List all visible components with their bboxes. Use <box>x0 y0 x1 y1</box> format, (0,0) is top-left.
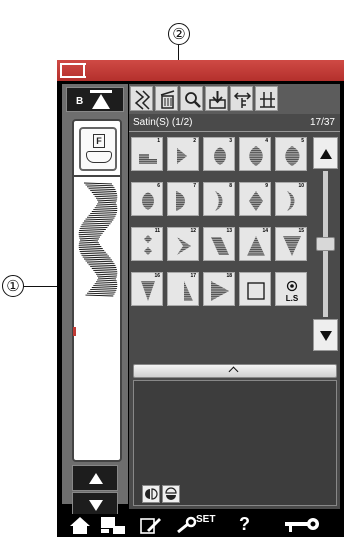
pattern-cell[interactable]: 2 <box>167 137 199 171</box>
satin-stitch-icon <box>281 145 303 167</box>
foot-letter: F <box>93 134 105 148</box>
pattern-cell[interactable] <box>239 272 271 306</box>
stitch-image-icon <box>134 90 151 110</box>
satin-stitch-icon <box>209 190 231 212</box>
mirror-button[interactable] <box>230 86 253 111</box>
satin-stitch-icon <box>245 235 267 257</box>
pattern-cell[interactable]: 7 <box>167 182 199 216</box>
satin-stitch-icon <box>173 190 195 212</box>
left-panel: B F <box>62 84 128 518</box>
presser-foot-mode-icon[interactable] <box>99 516 127 535</box>
pattern-cell[interactable]: 12 <box>167 227 199 261</box>
down-arrow-icon <box>89 500 103 511</box>
presser-foot-icon: F <box>79 127 117 171</box>
help-button[interactable]: ? <box>239 514 250 535</box>
lock-key-icon[interactable] <box>283 516 323 535</box>
pattern-cell[interactable]: 15 <box>275 227 307 261</box>
up-arrow-icon <box>89 473 103 484</box>
stitch-preview: F <box>72 119 122 462</box>
pattern-cell[interactable]: 5 <box>275 137 307 171</box>
title-bar <box>57 60 344 81</box>
satin-stitch-icon <box>245 190 267 212</box>
magnify-icon <box>185 92 201 108</box>
scroll-up-button[interactable] <box>313 137 338 169</box>
preview-scroll-up-button[interactable] <box>72 465 118 491</box>
category-label: Satin(S) (1/2) <box>133 117 193 128</box>
pattern-scrollbar <box>313 137 338 351</box>
stitch-preview-pattern <box>78 182 118 297</box>
satin-stitch-icon <box>137 280 159 302</box>
bottom-bar: SET ? <box>57 514 344 537</box>
satin-stitch-icon <box>137 235 159 257</box>
pattern-cell[interactable]: 10 <box>275 182 307 216</box>
delete-icon <box>160 90 175 109</box>
satin-stitch-icon <box>209 280 231 302</box>
ls-label: L.S <box>286 294 299 303</box>
scroll-thumb[interactable] <box>316 237 335 251</box>
pattern-grid: 1 2 3 4 5 6 7 8 9 10 11 12 13 14 15 16 17 18 L.S <box>131 137 311 351</box>
save-button[interactable] <box>205 86 228 111</box>
satin-stitch-icon <box>209 235 231 257</box>
pattern-cell[interactable]: 11 <box>131 227 163 261</box>
satin-stitch-icon <box>173 280 195 302</box>
up-arrow-icon <box>320 149 332 159</box>
pattern-cell[interactable]: 4 <box>239 137 271 171</box>
satin-stitch-icon <box>173 235 195 257</box>
locking-stitch-icon: L.S <box>286 280 299 303</box>
chevron-up-icon <box>228 366 239 377</box>
flip-icon <box>165 487 177 500</box>
settings-label: SET <box>196 514 216 525</box>
main-panel: Satin(S) (1/2) 17/37 1 2 3 4 5 6 7 8 9 10 11 12 13 14… <box>129 84 340 509</box>
pattern-cell[interactable]: 9 <box>239 182 271 216</box>
satin-stitch-icon <box>281 235 303 257</box>
bar-icon <box>90 90 112 93</box>
preview-divider <box>74 175 120 177</box>
edit-area <box>133 380 337 506</box>
lcd-screen: B F Satin(S) (1/2) 17/37 1 2 3 4 5 6 7 8… <box>57 60 344 537</box>
down-arrow-icon <box>320 331 332 341</box>
satin-stitch-icon <box>137 145 159 167</box>
stitch-image-button[interactable] <box>130 86 153 111</box>
pattern-cell[interactable]: 13 <box>203 227 235 261</box>
edit-mode-icon[interactable] <box>139 516 163 535</box>
pattern-cell[interactable]: 17 <box>167 272 199 306</box>
save-icon <box>209 91 226 109</box>
mirror-icon <box>233 92 252 108</box>
square-icon <box>247 282 265 300</box>
mirror-image-icon <box>145 488 158 500</box>
satin-stitch-icon <box>245 145 267 167</box>
satin-stitch-icon <box>173 145 195 167</box>
pattern-cell[interactable]: 6 <box>131 182 163 216</box>
callout-2: ② <box>168 23 190 45</box>
satin-stitch-icon <box>281 190 303 212</box>
pattern-cell[interactable]: 14 <box>239 227 271 261</box>
satin-stitch-icon <box>137 190 159 212</box>
pattern-cell[interactable]: 18 <box>203 272 235 306</box>
magnify-button[interactable] <box>180 86 203 111</box>
pattern-cell[interactable]: 1 <box>131 137 163 171</box>
mirror-image-button[interactable] <box>142 485 160 503</box>
cursor-marker <box>73 327 76 336</box>
up-arrow-icon <box>92 94 110 109</box>
toolbar <box>129 84 340 114</box>
scroll-down-button[interactable] <box>313 319 338 351</box>
info-bar: Satin(S) (1/2) 17/37 <box>129 114 340 132</box>
callout-1: ① <box>2 275 24 297</box>
satin-stitch-icon <box>209 145 231 167</box>
home-icon[interactable] <box>69 516 91 535</box>
foot-base <box>86 151 112 163</box>
bobbin-up-button[interactable]: B <box>66 87 124 112</box>
pattern-cell[interactable]: L.S <box>275 272 307 306</box>
delete-button[interactable] <box>155 86 178 111</box>
pattern-count: 17/37 <box>309 117 335 128</box>
b-label: B <box>76 96 84 107</box>
pattern-cell[interactable]: 3 <box>203 137 235 171</box>
expand-panel-button[interactable] <box>133 364 337 378</box>
flip-button[interactable] <box>162 485 180 503</box>
pattern-cell[interactable]: 16 <box>131 272 163 306</box>
elongation-icon <box>260 92 275 108</box>
elongation-button[interactable] <box>255 86 278 111</box>
pattern-cell[interactable]: 8 <box>203 182 235 216</box>
brand-logo-icon <box>60 63 86 78</box>
